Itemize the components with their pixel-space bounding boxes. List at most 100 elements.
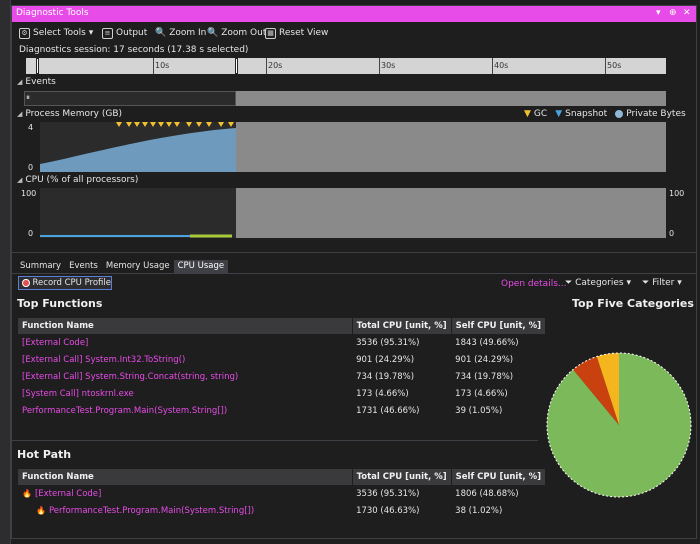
collapse-triangle-icon: ◢ [17, 110, 23, 118]
filter-dropdown[interactable]: ⏷ Filter ▾ [642, 278, 682, 288]
memory-section-header[interactable]: ◢ Process Memory (GB) [17, 109, 122, 119]
categories-dropdown[interactable]: ⏷ Categories ▾ [565, 278, 631, 288]
selection-start-handle[interactable] [36, 58, 39, 74]
function-name[interactable]: PerformanceTest.Program.Main(System.Stri… [18, 402, 352, 419]
record-cpu-profile-button[interactable]: Record CPU Profile [18, 276, 112, 290]
cpu-y-min-left: 0 [28, 229, 34, 238]
table-row[interactable]: PerformanceTest.Program.Main(System.Stri… [18, 402, 546, 419]
memory-y-min: 0 [28, 163, 34, 172]
reset-view-button[interactable]: ▦ Reset View [265, 26, 328, 40]
ruler-tick [153, 58, 154, 74]
diagnostic-tools-window: Diagnostic Tools ▾ ⊕ ✕ ⚙ Select Tools ▾ … [11, 5, 697, 539]
total-cpu: 3536 (95.31%) [356, 488, 420, 499]
cpu-graph[interactable] [40, 188, 666, 238]
pin-icon[interactable]: ⊕ [669, 8, 677, 18]
gc-marker-icon: ▼ [524, 109, 531, 119]
table-row[interactable]: 🔥 [External Code] 3536 (95.31%) 1806 (48.… [18, 485, 546, 502]
gear-icon: ⚙ [19, 27, 30, 39]
categories-label: Categories [575, 278, 624, 288]
col-function-name[interactable]: Function Name [18, 469, 353, 485]
tab-cpu-usage[interactable]: CPU Usage [173, 260, 229, 273]
select-tools-label: Select Tools [33, 28, 86, 38]
open-details-link[interactable]: Open details... [501, 279, 566, 289]
col-function-name[interactable]: Function Name [18, 318, 353, 334]
table-row[interactable]: [External Code] 3536 (95.31%) 1843 (49.6… [18, 334, 546, 351]
pause-icon: ⏸ [26, 93, 30, 102]
self-cpu: 1843 (49.66%) [455, 337, 519, 348]
tab-memory-usage[interactable]: Memory Usage [102, 260, 174, 273]
memory-unselected-region [236, 122, 666, 172]
timeline-ruler[interactable]: 10s 20s 30s 40s 50s [26, 58, 666, 74]
top-functions-heading: Top Functions [17, 297, 103, 310]
legend-snapshot-label: Snapshot [565, 109, 608, 119]
divider [12, 440, 538, 441]
select-tools-button[interactable]: ⚙ Select Tools ▾ [19, 26, 93, 40]
table-row[interactable]: 🔥 PerformanceTest.Program.Main(System.Str… [18, 502, 546, 519]
hot-path-function[interactable]: 🔥 PerformanceTest.Program.Main(System.Str… [18, 502, 352, 519]
table-row[interactable]: [External Call] System.String.Concat(str… [18, 368, 546, 385]
self-cpu: 173 (4.66%) [455, 388, 508, 399]
title-bar: Diagnostic Tools ▾ ⊕ ✕ [12, 6, 696, 22]
close-icon[interactable]: ✕ [683, 8, 691, 18]
private-bytes-dot-icon [615, 110, 624, 118]
memory-area-chart [40, 122, 236, 172]
flame-icon: 🔥 [36, 505, 46, 515]
collapse-triangle-icon: ◢ [17, 176, 23, 184]
zoom-in-label: Zoom In [169, 28, 207, 38]
ruler-label-50s: 50s [607, 61, 622, 70]
tab-underline [12, 273, 696, 274]
top-functions-table: Function Name Total CPU [unit, %] Self C… [18, 318, 547, 419]
zoom-out-icon: 🔍 [207, 28, 219, 38]
col-total-cpu[interactable]: Total CPU [unit, %] [352, 469, 452, 485]
events-track[interactable]: ⏸ [24, 91, 666, 106]
zoom-in-button[interactable]: 🔍 Zoom In [155, 26, 206, 40]
cpu-y-max-left: 100 [21, 189, 37, 198]
ruler-label-20s: 20s [268, 61, 283, 70]
legend-private-bytes: Private Bytes [615, 109, 686, 119]
memory-title: Process Memory (GB) [25, 109, 123, 119]
selection-end-handle[interactable] [235, 58, 238, 74]
tab-events[interactable]: Events [65, 260, 102, 273]
col-total-cpu[interactable]: Total CPU [unit, %] [352, 318, 452, 334]
top-categories-heading: Top Five Categories [572, 297, 694, 310]
hot-path-table: Function Name Total CPU [unit, %] Self C… [18, 469, 547, 519]
tab-strip: Summary Events Memory Usage CPU Usage [16, 260, 229, 273]
top-categories-pie-chart[interactable] [545, 310, 693, 510]
ruler-tick [379, 58, 380, 74]
table-row[interactable]: [System Call] ntoskrnl.exe 173 (4.66%) 1… [18, 385, 546, 402]
function-name[interactable]: [External Call] System.String.Concat(str… [18, 368, 352, 385]
legend-gc: ▼ GC [524, 109, 547, 119]
table-row[interactable]: [External Call] System.Int32.ToString() … [18, 351, 546, 368]
zoom-in-icon: 🔍 [155, 28, 167, 38]
self-cpu: 1806 (48.68%) [455, 488, 519, 499]
self-cpu: 39 (1.05%) [455, 405, 503, 416]
reset-view-label: Reset View [279, 28, 329, 38]
session-text: Diagnostics session: 17 seconds (17.38 s… [19, 45, 249, 55]
events-section-header[interactable]: ◢ Events [17, 77, 56, 87]
ruler-label-30s: 30s [381, 61, 396, 70]
divider [12, 252, 696, 253]
self-cpu: 734 (19.78%) [455, 371, 514, 382]
collapse-triangle-icon: ◢ [17, 78, 23, 86]
function-name[interactable]: [External Code] [18, 334, 352, 351]
zoom-out-button[interactable]: 🔍 Zoom Out [207, 26, 266, 40]
table-header-row: Function Name Total CPU [unit, %] Self C… [18, 469, 547, 485]
memory-y-max: 4 [28, 123, 34, 132]
tab-summary[interactable]: Summary [16, 260, 65, 273]
output-button[interactable]: ≡ Output [102, 26, 147, 40]
memory-legend: ▼ GC ▼ Snapshot Private Bytes [524, 109, 686, 119]
hot-path-function[interactable]: 🔥 [External Code] [18, 485, 352, 502]
total-cpu: 3536 (95.31%) [356, 337, 420, 348]
left-edge-strip [0, 0, 11, 544]
memory-graph[interactable] [40, 122, 666, 172]
function-name[interactable]: [External Call] System.Int32.ToString() [18, 351, 352, 368]
function-name[interactable]: [System Call] ntoskrnl.exe [18, 385, 352, 402]
total-cpu: 173 (4.66%) [356, 388, 409, 399]
cpu-title: CPU (% of all processors) [25, 175, 139, 185]
total-cpu: 1731 (46.66%) [356, 405, 420, 416]
col-self-cpu[interactable]: Self CPU [unit, %] [451, 469, 547, 485]
col-self-cpu[interactable]: Self CPU [unit, %] [451, 318, 547, 334]
dropdown-arrow-icon[interactable]: ▾ [656, 8, 661, 18]
output-label: Output [116, 28, 148, 38]
cpu-section-header[interactable]: ◢ CPU (% of all processors) [17, 175, 138, 185]
